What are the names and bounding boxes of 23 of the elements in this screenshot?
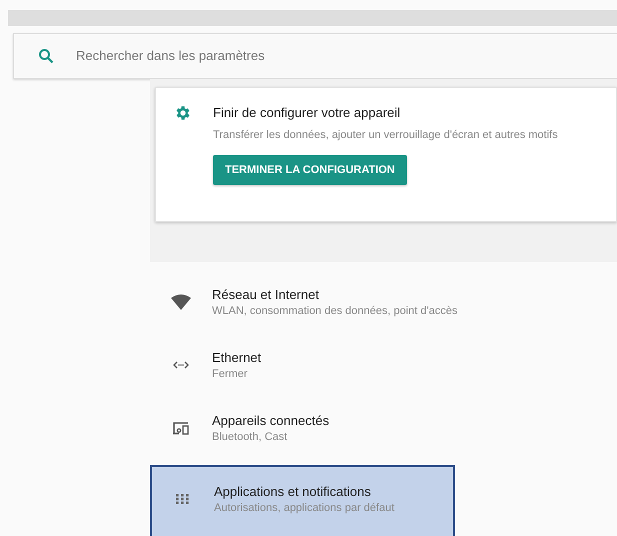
item-subtitle: Autorisations, applications par défaut	[214, 502, 394, 514]
card-description: Transférer les données, ajouter un verrouillage d'écran et autres motifs	[213, 129, 558, 141]
settings-item[interactable]: Appareils connectés Bluetooth, Cast	[150, 400, 455, 463]
ethernet-icon	[173, 360, 189, 368]
item-title: Ethernet	[212, 350, 262, 364]
finish-setup-button[interactable]: TERMINER LA CONFIGURATION	[213, 155, 407, 185]
settings-item[interactable]: Applications et notifications Autorisations, applications par défaut	[150, 465, 455, 536]
item-title: Réseau et Internet	[212, 286, 320, 302]
search-icon	[38, 48, 54, 64]
search-field[interactable]: Rechercher dans les paramètres	[13, 32, 617, 79]
apps-grid-icon	[176, 494, 190, 504]
search-input[interactable]: Rechercher dans les paramètres	[74, 47, 617, 64]
settings-item[interactable]: Réseau et Internet WLAN, consommation des données, point d'accès	[150, 274, 455, 337]
item-subtitle: Bluetooth, Cast	[212, 430, 288, 442]
gear-icon	[174, 104, 192, 122]
devices-icon	[172, 420, 190, 434]
wifi-icon	[171, 294, 191, 310]
item-title: Applications et notifications	[214, 484, 372, 498]
card-title: Finir de configurer votre appareil	[213, 105, 400, 120]
item-subtitle: WLAN, consommation des données, point d'accès	[212, 304, 458, 316]
item-subtitle: Fermer	[212, 368, 248, 380]
settings-item[interactable]: Ethernet Fermer	[150, 337, 455, 400]
item-title: Appareils connectés	[212, 412, 330, 428]
